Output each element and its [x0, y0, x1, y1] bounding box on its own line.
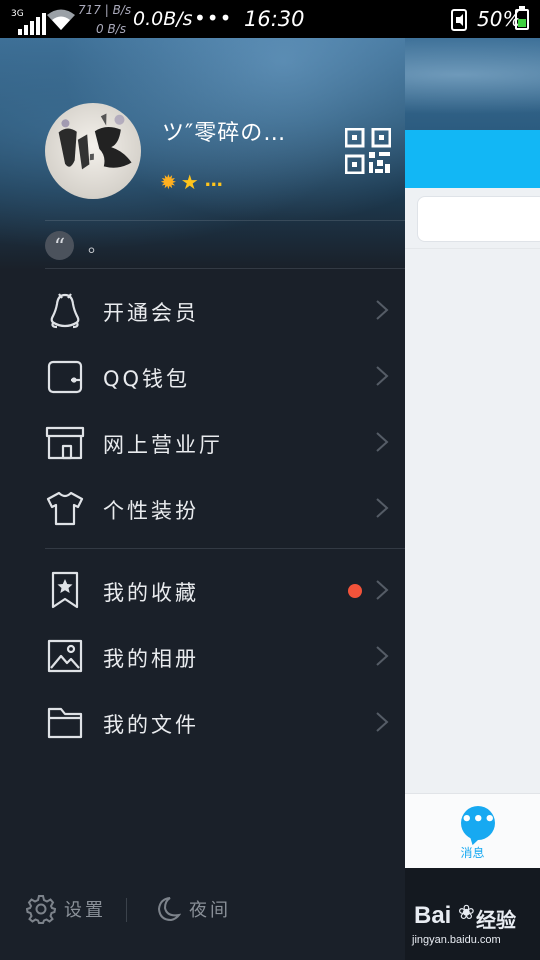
watermark-url: jingyan.baidu.com	[412, 934, 501, 946]
settings-label: 设置	[64, 900, 106, 921]
main-title-bar	[405, 130, 540, 188]
download-speed: 0 B/s	[96, 22, 126, 36]
cell-signal-icon: 3G	[6, 6, 46, 35]
baidu-jingyan-watermark: Bai ❀ 经验 jingyan.baidu.com	[412, 898, 540, 960]
battery-level	[518, 18, 526, 27]
menu-item-label: 个性装扮	[103, 499, 199, 523]
chevron-right-icon	[376, 300, 389, 320]
photo-icon	[45, 636, 85, 676]
menu-item-albums[interactable]: 我的相册	[0, 623, 405, 689]
more-notifications-icon: •••	[194, 6, 233, 30]
network-speed: 0.0B/s	[133, 8, 193, 30]
menu-item-files[interactable]: 我的文件	[0, 689, 405, 755]
sun-level-icon: ✹	[160, 170, 177, 194]
gear-icon	[26, 895, 56, 924]
quote-icon: “	[45, 231, 74, 260]
qq-level[interactable]: ✹ ★ …	[160, 169, 223, 195]
chevron-right-icon	[376, 366, 389, 386]
menu-item-vip[interactable]: 开通会员	[0, 277, 405, 343]
chevron-right-icon	[376, 712, 389, 732]
main-screen-peek[interactable]: ••• 消息	[405, 130, 540, 868]
menu-item-label: 我的文件	[103, 713, 199, 737]
divider	[405, 248, 540, 249]
upload-speed: 717 | B/s	[78, 3, 132, 17]
divider	[45, 548, 405, 549]
moon-icon	[157, 897, 181, 922]
menu-item-label: 网上营业厅	[103, 433, 223, 457]
menu-item-label: 开通会员	[103, 301, 199, 325]
menu-item-wallet[interactable]: QQ钱包	[0, 343, 405, 409]
bottom-tab-bar: ••• 消息	[405, 793, 540, 868]
menu-item-label: 我的相册	[103, 647, 199, 671]
divider	[45, 220, 405, 221]
watermark-product: 经验	[476, 908, 516, 932]
menu-item-favorites[interactable]: 我的收藏	[0, 557, 405, 623]
night-mode-label: 夜间	[189, 900, 231, 921]
tab-messages-label[interactable]: 消息	[405, 844, 540, 861]
settings-button[interactable]: 设置	[26, 893, 106, 925]
watermark-brand: Bai	[414, 902, 452, 929]
phone-speaker-icon	[451, 9, 467, 31]
battery-icon	[515, 6, 529, 30]
drawer-bottom-bar: 设置 夜间	[0, 868, 405, 960]
search-box[interactable]	[417, 196, 540, 242]
message-icon[interactable]: •••	[461, 806, 496, 840]
chevron-right-icon	[376, 646, 389, 666]
avatar[interactable]	[45, 103, 141, 199]
menu-item-business-hall[interactable]: 网上营业厅	[0, 409, 405, 475]
star-level-icon: ★	[180, 170, 199, 194]
level-more: …	[204, 169, 223, 191]
folder-icon	[45, 702, 85, 742]
menu-item-label: 我的收藏	[103, 581, 199, 605]
menu-item-label: QQ钱包	[103, 367, 191, 391]
wifi-icon	[47, 9, 75, 30]
signature-text[interactable]: 。	[88, 232, 106, 258]
nickname[interactable]: ツ″零碎の…	[162, 115, 286, 147]
wallet-icon	[45, 356, 85, 396]
night-mode-button[interactable]: 夜间	[153, 893, 231, 925]
new-badge	[348, 584, 362, 598]
menu-item-themes[interactable]: 个性装扮	[0, 475, 405, 541]
divider	[126, 898, 127, 922]
divider	[45, 268, 405, 269]
store-icon	[45, 422, 85, 462]
penguin-icon	[45, 290, 85, 330]
status-bar: 3G 717 | B/s 0 B/s 0.0B/s ••• 16:30 50%	[0, 0, 540, 38]
chevron-right-icon	[376, 580, 389, 600]
tshirt-icon	[45, 488, 85, 528]
chevron-right-icon	[376, 432, 389, 452]
chevron-right-icon	[376, 498, 389, 518]
clock: 16:30	[244, 7, 305, 31]
bookmark-star-icon	[45, 570, 85, 610]
paw-icon: ❀	[458, 900, 475, 924]
qr-code-icon[interactable]	[344, 127, 392, 175]
